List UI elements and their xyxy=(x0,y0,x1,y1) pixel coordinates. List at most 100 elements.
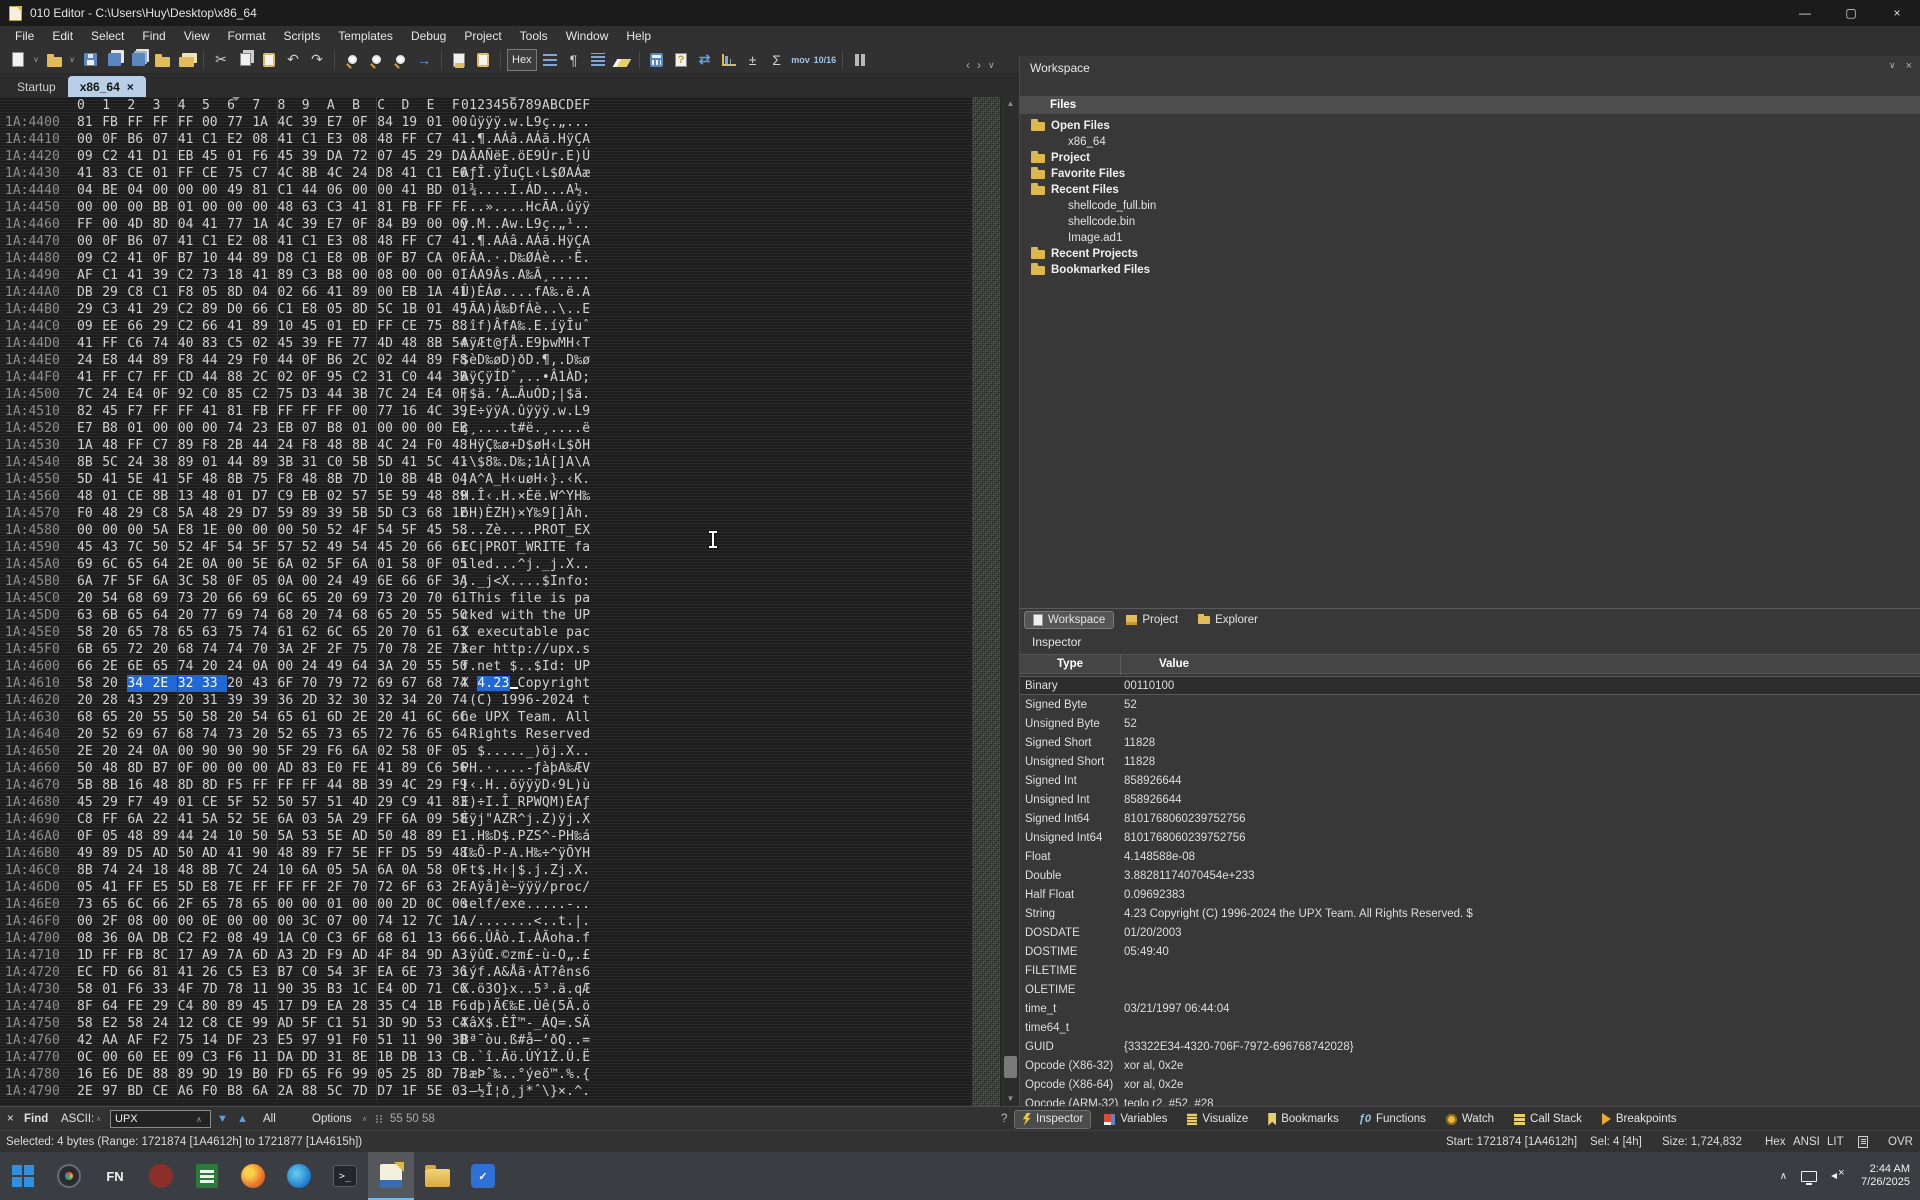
hex-byte[interactable]: 6A xyxy=(277,811,302,828)
hex-byte[interactable]: 45 xyxy=(277,335,302,352)
hex-byte[interactable]: 6A xyxy=(352,556,377,573)
find-type-select[interactable]: ASCII: xyxy=(61,1107,94,1131)
hex-byte[interactable]: 1B xyxy=(376,1049,401,1066)
hex-byte[interactable]: 24 xyxy=(77,352,102,369)
hex-byte[interactable]: 3A xyxy=(277,641,302,658)
hex-byte[interactable]: 84 xyxy=(376,114,401,131)
hex-byte[interactable]: 29 xyxy=(352,811,377,828)
hex-byte[interactable]: 32 xyxy=(327,692,352,709)
hex-byte[interactable]: 64 xyxy=(352,658,377,675)
hex-byte[interactable]: 01 xyxy=(153,165,178,182)
hex-ascii[interactable]: $èD‰øD)ðD.¶,.D‰ø xyxy=(461,352,590,369)
hex-byte[interactable]: 5F xyxy=(252,539,277,556)
hex-byte[interactable]: 48 xyxy=(77,488,102,505)
hex-byte[interactable]: 6A xyxy=(153,573,178,590)
hex-byte[interactable]: 6E xyxy=(376,573,401,590)
hex-byte[interactable]: CE xyxy=(227,1015,252,1032)
hex-byte[interactable]: C7 xyxy=(252,165,277,182)
hex-byte[interactable]: 4D xyxy=(352,794,377,811)
hex-byte[interactable]: C2 xyxy=(177,318,202,335)
hex-byte[interactable]: C1 xyxy=(202,131,227,148)
hex-byte[interactable]: 5C xyxy=(102,454,127,471)
hex-byte[interactable]: 23 xyxy=(252,420,277,437)
hex-byte[interactable]: 6E xyxy=(401,964,426,981)
hex-byte[interactable]: 58 xyxy=(427,862,452,879)
hex-byte[interactable]: C8 xyxy=(153,505,178,522)
hex-byte[interactable]: 8B xyxy=(401,471,426,488)
hex-byte[interactable]: 77 xyxy=(202,607,227,624)
hex-byte[interactable]: 58 xyxy=(77,1015,102,1032)
hex-byte[interactable]: C3 xyxy=(327,199,352,216)
hex-byte[interactable]: 01 xyxy=(202,454,227,471)
bottom-tab-inspector[interactable]: Inspector xyxy=(1014,1110,1091,1129)
hex-ascii[interactable]: ker http://upx.s xyxy=(461,641,590,658)
hex-byte[interactable]: 45 xyxy=(427,522,452,539)
hex-byte[interactable]: 6A xyxy=(277,556,302,573)
hex-byte[interactable]: 67 xyxy=(401,675,426,692)
hex-ascii[interactable]: ¯ÁA9Âs.A‰Ã¸..... xyxy=(461,267,590,284)
hex-byte[interactable]: 52 xyxy=(327,522,352,539)
hex-byte[interactable]: 8E xyxy=(352,1049,377,1066)
hex-byte[interactable]: 48 xyxy=(202,471,227,488)
panel-close-icon[interactable]: × xyxy=(1906,60,1912,72)
hex-byte[interactable]: 52 xyxy=(102,726,127,743)
hex-byte[interactable]: 2D xyxy=(302,692,327,709)
hex-byte[interactable]: 39 xyxy=(252,692,277,709)
pause-icon[interactable] xyxy=(849,49,871,71)
hex-byte[interactable]: 68 xyxy=(427,675,452,692)
hex-byte[interactable]: 74 xyxy=(202,726,227,743)
hex-byte[interactable]: 24 xyxy=(227,658,252,675)
hex-byte[interactable]: 0F xyxy=(376,250,401,267)
hex-byte[interactable]: 66 xyxy=(302,284,327,301)
hex-byte[interactable]: C2 xyxy=(177,267,202,284)
hex-byte[interactable]: 4D xyxy=(376,335,401,352)
tree-item-bookmarked-files[interactable]: Bookmarked Files xyxy=(1020,262,1920,278)
hex-byte[interactable]: 65 xyxy=(302,1066,327,1083)
open-folder-icon[interactable] xyxy=(151,49,173,71)
hex-byte[interactable]: 00 xyxy=(352,182,377,199)
hex-byte[interactable]: E5 xyxy=(277,1032,302,1049)
hex-byte[interactable]: C3 xyxy=(302,267,327,284)
hex-ascii[interactable]: Rights Reserved xyxy=(461,726,590,743)
hex-byte[interactable]: C1 xyxy=(202,233,227,250)
hex-byte[interactable]: 0F xyxy=(102,131,127,148)
hex-byte[interactable]: AD xyxy=(153,845,178,862)
hex-byte[interactable]: 20 xyxy=(401,607,426,624)
hex-byte[interactable]: 20 xyxy=(376,624,401,641)
hex-byte[interactable]: 00 xyxy=(376,182,401,199)
hex-byte[interactable]: 65 xyxy=(202,896,227,913)
inspector-row-time-t[interactable]: time_t03/21/1997 06:44:04 xyxy=(1020,999,1920,1018)
hex-byte[interactable]: 5C xyxy=(327,1083,352,1100)
hex-byte[interactable]: 81 xyxy=(252,182,277,199)
hex-byte[interactable]: 5C xyxy=(376,301,401,318)
hex-byte[interactable]: EE xyxy=(153,1049,178,1066)
hex-byte[interactable]: 78 xyxy=(227,896,252,913)
hex-byte[interactable]: C1 xyxy=(102,267,127,284)
hex-byte[interactable]: 65 xyxy=(102,896,127,913)
hex-byte[interactable]: 05 xyxy=(376,1066,401,1083)
hex-byte[interactable]: 00 xyxy=(302,573,327,590)
hex-byte[interactable]: 41 xyxy=(127,250,152,267)
hex-byte[interactable]: 58 xyxy=(401,556,426,573)
hex-byte[interactable]: FF xyxy=(127,879,152,896)
hex-byte[interactable]: 81 xyxy=(227,403,252,420)
hex-byte[interactable]: 43 xyxy=(127,692,152,709)
todo-app-icon[interactable]: ✓ xyxy=(460,1152,506,1200)
hex-byte[interactable]: 50 xyxy=(177,845,202,862)
hex-byte[interactable]: 00 xyxy=(277,913,302,930)
hex-byte[interactable]: 11 xyxy=(252,1049,277,1066)
hex-byte[interactable]: 73 xyxy=(327,726,352,743)
hex-byte[interactable]: 41 xyxy=(277,131,302,148)
goto-icon[interactable]: → xyxy=(413,49,435,71)
inspector-row-opcode-x86-64-[interactable]: Opcode (X86-64)xor al, 0x2e xyxy=(1020,1075,1920,1094)
hex-byte[interactable]: 45 xyxy=(376,539,401,556)
hex-byte[interactable]: 90 xyxy=(252,845,277,862)
hex-byte[interactable]: 00 xyxy=(252,522,277,539)
maximize-button[interactable]: ▢ xyxy=(1828,0,1874,26)
hex-byte[interactable]: 8B xyxy=(352,777,377,794)
hex-byte[interactable]: 45 xyxy=(252,998,277,1015)
hex-byte[interactable]: 05 xyxy=(327,301,352,318)
inspector-row-opcode-x86-32-[interactable]: Opcode (X86-32)xor al, 0x2e xyxy=(1020,1056,1920,1075)
hex-byte[interactable]: 4F xyxy=(202,539,227,556)
hex-byte[interactable]: 39 xyxy=(302,114,327,131)
